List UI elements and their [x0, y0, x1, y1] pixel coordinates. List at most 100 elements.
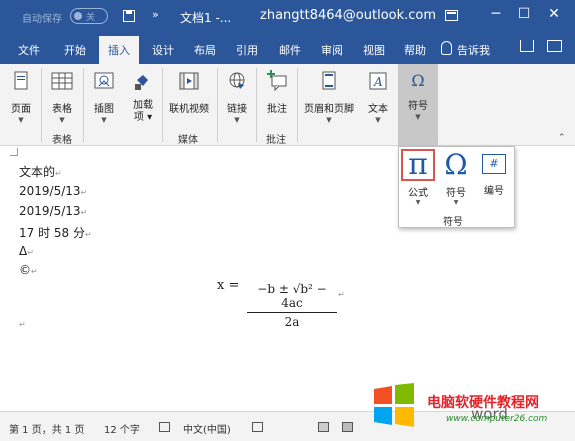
tab-help[interactable]: 帮助: [404, 42, 426, 58]
print-layout-icon[interactable]: [342, 422, 353, 432]
pages-button[interactable]: 页面 ▼: [7, 70, 35, 124]
toggle-knob: [74, 12, 82, 20]
addins-label: 加载项 ▾: [133, 100, 153, 123]
number-button[interactable]: # 编号: [479, 150, 509, 197]
links-button[interactable]: 链接 ▼: [222, 70, 252, 124]
tab-mailings[interactable]: 邮件: [279, 42, 301, 58]
link-icon: [229, 72, 245, 89]
header-footer-label: 页眉和页脚: [304, 104, 354, 115]
svg-text:A: A: [373, 75, 383, 89]
ribbon-display-options-icon[interactable]: [445, 10, 458, 21]
account-email[interactable]: zhangtt8464@outlook.com: [260, 8, 436, 23]
autosave-toggle[interactable]: 关: [70, 8, 108, 24]
addins-icon: [135, 75, 148, 90]
number-label: 编号: [484, 186, 504, 197]
chevron-down-icon: ▼: [375, 116, 381, 124]
proofing-icon[interactable]: [159, 422, 170, 432]
document-line: 2019/5/13↵: [19, 184, 88, 198]
group-label-symbols: 符号: [443, 217, 463, 228]
illustrations-label: 插图: [94, 104, 114, 115]
paragraph-mark: ↵: [338, 290, 345, 299]
online-video-button[interactable]: 联机视频: [166, 70, 212, 115]
tab-view[interactable]: 视图: [363, 42, 385, 58]
windows-logo-watermark: [374, 383, 414, 427]
header-footer-icon: [322, 71, 336, 90]
number-icon: #: [482, 154, 506, 174]
text-label: 文本: [368, 104, 388, 115]
autosave-state: 关: [86, 13, 96, 23]
watermark-url: www.computer26.com: [446, 414, 548, 424]
illustrations-button[interactable]: 插图 ▼: [90, 70, 118, 124]
title-bar: 自动保存 关 » 文档1 -... zhangtt8464@outlook.co…: [0, 0, 575, 34]
tab-review[interactable]: 审阅: [321, 42, 343, 58]
tell-me-search[interactable]: 告诉我: [457, 42, 490, 58]
table-icon: [51, 72, 73, 90]
header-footer-button[interactable]: 页眉和页脚 ▼: [300, 70, 358, 124]
symbol-button[interactable]: Ω 符号 ▼: [441, 148, 471, 207]
macro-icon[interactable]: [252, 422, 263, 432]
symbols-dropdown: π 公式 ▼ Ω 符号 ▼ # 编号 符号: [398, 146, 515, 228]
omega-icon: Ω: [411, 71, 425, 90]
ribbon-divider: [217, 68, 218, 142]
restore-button[interactable]: ☐: [514, 6, 534, 22]
pi-icon: π: [408, 147, 428, 182]
comment-plus-icon: [267, 70, 287, 92]
chevron-down-icon: ▼: [326, 116, 332, 124]
page-corner-mark: [10, 148, 18, 156]
addins-button[interactable]: 加载项 ▾: [128, 70, 158, 124]
equation-numerator: −b ± √b² − 4ac: [247, 282, 337, 313]
save-icon[interactable]: [123, 10, 135, 22]
symbol-label: 符号: [446, 188, 466, 199]
equation-denominator: 2a: [284, 315, 300, 329]
ribbon-divider: [256, 68, 257, 142]
group-label-media: 媒体: [178, 135, 198, 146]
omega-icon: Ω: [444, 148, 468, 181]
illustrations-icon: [94, 72, 114, 89]
group-label-comments: 批注: [266, 135, 286, 146]
share-icon[interactable]: [520, 40, 534, 52]
chevron-down-icon: ▼: [415, 113, 421, 121]
chevron-down-icon: ▼: [18, 116, 24, 124]
tab-home[interactable]: 开始: [64, 42, 86, 58]
language-indicator[interactable]: 中文(中国): [183, 421, 231, 436]
equation-label: 公式: [408, 188, 428, 199]
document-line: 文本的↵: [19, 165, 62, 179]
minimize-button[interactable]: ─: [486, 6, 506, 22]
comment-label: 批注: [267, 104, 287, 115]
ribbon-divider: [297, 68, 298, 142]
chevron-down-icon: ▼: [59, 116, 65, 124]
tab-references[interactable]: 引用: [236, 42, 258, 58]
quick-access-more-icon[interactable]: »: [152, 8, 159, 21]
links-label: 链接: [227, 104, 247, 115]
symbols-button[interactable]: Ω 符号 ▼: [402, 70, 434, 121]
read-mode-icon[interactable]: [318, 422, 329, 432]
autosave-label: 自动保存: [22, 14, 62, 25]
video-icon: [179, 72, 199, 90]
online-video-label: 联机视频: [169, 104, 209, 115]
equation-button[interactable]: π 公式 ▼: [403, 147, 433, 207]
document-line: ©↵: [19, 263, 38, 277]
tab-layout[interactable]: 布局: [194, 42, 216, 58]
tab-insert[interactable]: 插入: [99, 36, 139, 64]
table-button[interactable]: 表格 ▼: [48, 70, 76, 124]
chevron-down-icon: ▼: [101, 116, 107, 124]
word-count[interactable]: 12 个字: [104, 421, 140, 436]
new-comment-button[interactable]: 批注: [262, 70, 292, 115]
comments-icon[interactable]: [547, 40, 562, 52]
tab-file[interactable]: 文件: [18, 42, 40, 58]
collapse-ribbon-icon[interactable]: ⌃: [558, 133, 566, 143]
equation-fraction: −b ± √b² − 4ac 2a: [247, 282, 337, 329]
document-line: 2019/5/13↵: [19, 204, 88, 218]
symbols-label: 符号: [408, 101, 428, 112]
document-line: Δ↵: [19, 244, 34, 258]
close-button[interactable]: ✕: [544, 6, 564, 22]
document-title: 文档1 -...: [180, 11, 232, 25]
page-info[interactable]: 第 1 页，共 1 页: [9, 421, 84, 436]
ribbon-divider: [41, 68, 42, 142]
document-line: 17 时 58 分↵: [19, 226, 92, 240]
ribbon-divider: [162, 68, 163, 142]
text-button[interactable]: A 文本 ▼: [364, 70, 392, 124]
ribbon-divider: [83, 68, 84, 142]
tab-design[interactable]: 设计: [152, 42, 174, 58]
paragraph-mark: ↵: [19, 320, 26, 329]
